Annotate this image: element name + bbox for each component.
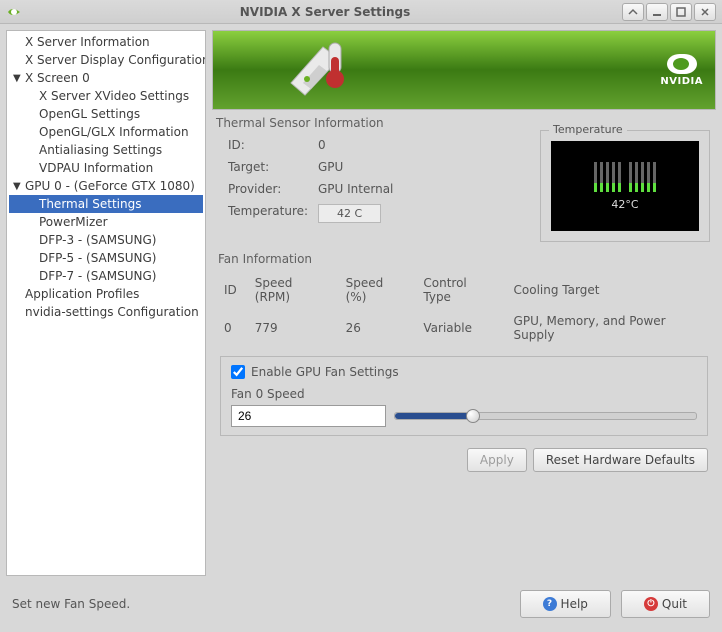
sidebar-item-7[interactable]: VDPAU Information [9, 159, 203, 177]
sidebar-item-4[interactable]: OpenGL Settings [9, 105, 203, 123]
sidebar-item-label: X Screen 0 [25, 71, 90, 85]
fan-section-title: Fan Information [218, 246, 710, 270]
sidebar-item-0[interactable]: X Server Information [9, 33, 203, 51]
enable-fan-checkbox-row[interactable]: Enable GPU Fan Settings [231, 365, 697, 379]
enable-fan-checkbox[interactable] [231, 365, 245, 379]
slider-thumb[interactable] [466, 409, 480, 423]
fan-rpm: 779 [251, 310, 340, 346]
thermal-id-label: ID: [228, 138, 318, 152]
sidebar-item-label: nvidia-settings Configuration [25, 305, 199, 319]
sidebar-item-1[interactable]: X Server Display Configuration [9, 51, 203, 69]
expand-arrow-icon[interactable]: ▼ [13, 73, 23, 84]
nvidia-logo-text: NVIDIA [660, 76, 703, 87]
sidebar-item-8[interactable]: ▼GPU 0 - (GeForce GTX 1080) [9, 177, 203, 195]
thermal-id-value: 0 [318, 138, 326, 152]
sidebar-item-15[interactable]: nvidia-settings Configuration [9, 303, 203, 321]
slider-fill [395, 413, 473, 419]
sidebar-item-label: PowerMizer [39, 215, 108, 229]
fan-id: 0 [220, 310, 249, 346]
sidebar-item-label: OpenGL/GLX Information [39, 125, 189, 139]
sidebar-item-3[interactable]: X Server XVideo Settings [9, 87, 203, 105]
fan-table: ID Speed (RPM) Speed (%) Control Type Co… [218, 270, 710, 348]
quit-button[interactable]: ⏻ Quit [621, 590, 710, 618]
sidebar-item-14[interactable]: Application Profiles [9, 285, 203, 303]
roll-up-button[interactable] [622, 3, 644, 21]
thermal-provider-label: Provider: [228, 182, 318, 196]
fan-speed-slider[interactable] [394, 412, 697, 420]
sidebar-item-label: X Server XVideo Settings [39, 89, 189, 103]
window-title: NVIDIA X Server Settings [240, 5, 411, 19]
fan-th-ctrl: Control Type [419, 272, 507, 308]
fan-pct: 26 [342, 310, 418, 346]
fan-th-pct: Speed (%) [342, 272, 418, 308]
reset-defaults-button[interactable]: Reset Hardware Defaults [533, 448, 708, 472]
thermal-banner-icon [283, 39, 363, 106]
fan-speed-input[interactable] [231, 405, 386, 427]
sidebar-item-label: DFP-3 - (SAMSUNG) [39, 233, 156, 247]
temperature-box: Temperature 42°C [540, 130, 710, 242]
sidebar-item-label: X Server Information [25, 35, 150, 49]
banner: NVIDIA [212, 30, 716, 110]
enable-fan-label: Enable GPU Fan Settings [251, 365, 399, 379]
sidebar-item-label: GPU 0 - (GeForce GTX 1080) [25, 179, 195, 193]
fan-target: GPU, Memory, and Power Supply [510, 310, 708, 346]
thermal-temp-badge: 42 C [318, 204, 381, 223]
fan-ctrl: Variable [419, 310, 507, 346]
close-button[interactable] [694, 3, 716, 21]
fan-th-target: Cooling Target [510, 272, 708, 308]
temperature-display-value: 42°C [611, 198, 638, 211]
titlebar: NVIDIA X Server Settings [0, 0, 722, 24]
help-icon: ? [543, 597, 557, 611]
sidebar-item-label: Application Profiles [25, 287, 139, 301]
sidebar-item-label: DFP-7 - (SAMSUNG) [39, 269, 156, 283]
help-button[interactable]: ? Help [520, 590, 611, 618]
app-icon [6, 4, 22, 20]
power-icon: ⏻ [644, 597, 658, 611]
thermal-temp-label: Temperature: [228, 204, 318, 223]
sidebar: X Server Information X Server Display Con… [6, 30, 206, 576]
expand-arrow-icon[interactable]: ▼ [13, 181, 23, 192]
fan-th-id: ID [220, 272, 249, 308]
thermal-target-value: GPU [318, 160, 343, 174]
sidebar-item-label: Antialiasing Settings [39, 143, 162, 157]
status-text: Set new Fan Speed. [12, 597, 520, 611]
sidebar-item-label: X Server Display Configuration [25, 53, 206, 67]
sidebar-item-13[interactable]: DFP-7 - (SAMSUNG) [9, 267, 203, 285]
sidebar-item-6[interactable]: Antialiasing Settings [9, 141, 203, 159]
nvidia-logo: NVIDIA [660, 54, 703, 87]
sidebar-item-10[interactable]: PowerMizer [9, 213, 203, 231]
thermal-provider-value: GPU Internal [318, 182, 393, 196]
apply-button[interactable]: Apply [467, 448, 527, 472]
temperature-display: 42°C [551, 141, 699, 231]
fan-th-rpm: Speed (RPM) [251, 272, 340, 308]
fan-speed-label: Fan 0 Speed [231, 387, 697, 401]
minimize-button[interactable] [646, 3, 668, 21]
sidebar-item-5[interactable]: OpenGL/GLX Information [9, 123, 203, 141]
sidebar-item-9[interactable]: Thermal Settings [9, 195, 203, 213]
maximize-button[interactable] [670, 3, 692, 21]
sidebar-item-label: VDPAU Information [39, 161, 153, 175]
sidebar-item-11[interactable]: DFP-3 - (SAMSUNG) [9, 231, 203, 249]
sidebar-item-label: Thermal Settings [39, 197, 141, 211]
sidebar-item-label: DFP-5 - (SAMSUNG) [39, 251, 156, 265]
fan-row[interactable]: 0 779 26 Variable GPU, Memory, and Power… [220, 310, 708, 346]
sidebar-item-2[interactable]: ▼X Screen 0 [9, 69, 203, 87]
temperature-box-label: Temperature [549, 123, 627, 136]
sidebar-item-12[interactable]: DFP-5 - (SAMSUNG) [9, 249, 203, 267]
sidebar-item-label: OpenGL Settings [39, 107, 140, 121]
thermal-target-label: Target: [228, 160, 318, 174]
